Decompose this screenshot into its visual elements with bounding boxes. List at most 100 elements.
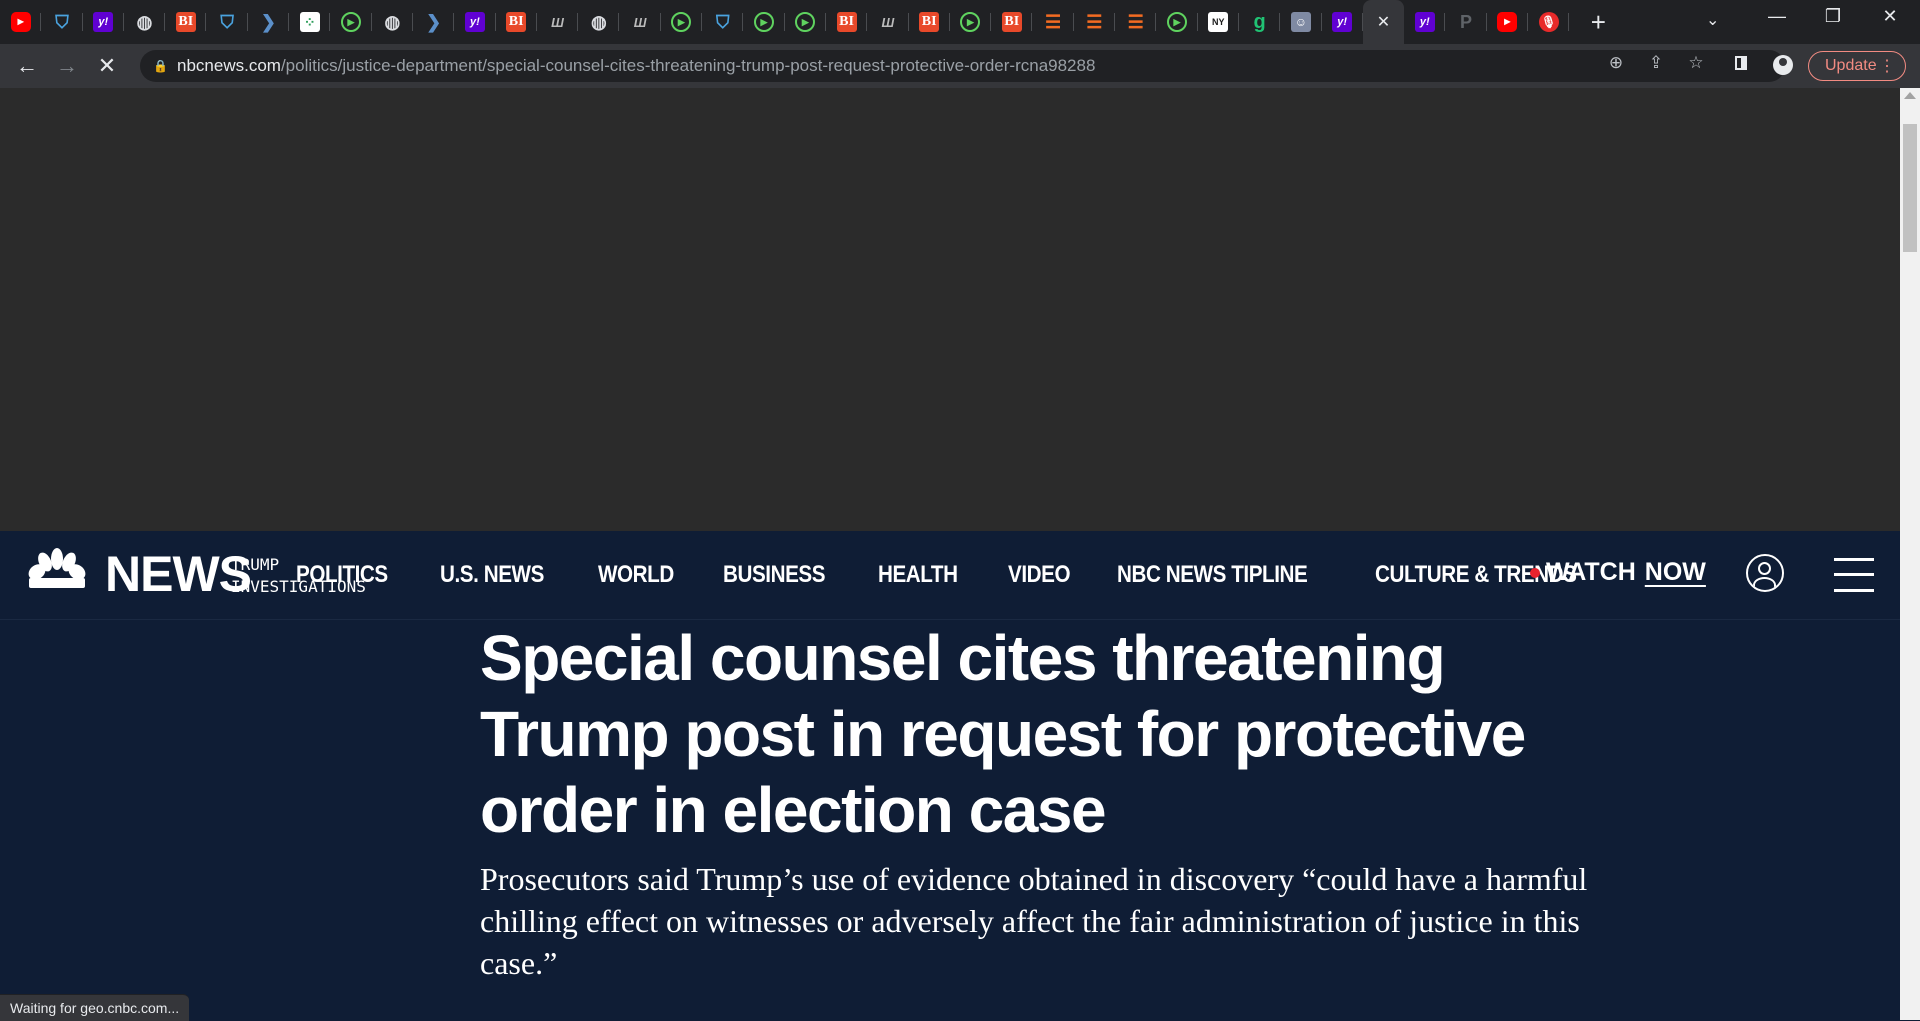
watch-now-label: NOW — [1644, 558, 1706, 586]
tab[interactable]: BI — [991, 0, 1033, 44]
scrollbar-thumb[interactable] — [1903, 124, 1917, 252]
nav-tipline[interactable]: NBC NEWS TIPLINE — [1117, 561, 1308, 589]
side-panel-icon[interactable] — [1735, 56, 1747, 70]
update-button[interactable]: Update ⋮ — [1808, 51, 1906, 81]
tab[interactable]: y! — [1404, 0, 1446, 44]
nav-video[interactable]: VIDEO — [1008, 561, 1071, 589]
tab[interactable]: Ш — [619, 0, 662, 44]
business-insider-icon: BI — [919, 12, 940, 32]
yahoo-icon: y! — [464, 12, 485, 32]
close-icon[interactable]: ✕ — [1377, 12, 1390, 32]
tab[interactable]: ☺ — [1280, 0, 1322, 44]
url-text[interactable]: nbcnews.com/politics/justice-department/… — [177, 56, 1095, 76]
more-menu-icon[interactable]: ⋮ — [1879, 56, 1895, 76]
new-tab-button[interactable]: + — [1583, 7, 1613, 38]
shield-icon: ⛉ — [55, 12, 69, 32]
forward-arrow-icon[interactable]: → — [54, 53, 80, 79]
newspaper-icon: NY — [1208, 12, 1229, 32]
back-arrow-icon[interactable]: ← — [14, 53, 40, 79]
window-close-button[interactable]: ✕ — [1870, 6, 1910, 27]
youtube-icon: ▶ — [10, 12, 31, 32]
tab[interactable]: ❯ — [413, 0, 455, 44]
tab[interactable]: ⁘ — [289, 0, 331, 44]
update-label: Update — [1825, 57, 1877, 74]
yahoo-icon: y! — [1332, 12, 1353, 32]
tab[interactable]: ⛉ — [41, 0, 83, 44]
play-circle-icon: ▶ — [671, 12, 692, 32]
tab[interactable]: ☰ — [1115, 0, 1157, 44]
scroll-up-arrow-icon[interactable] — [1904, 92, 1916, 99]
profile-avatar-icon[interactable] — [1773, 55, 1793, 75]
shield-icon: ⛉ — [715, 12, 730, 32]
tab[interactable]: ❯ — [248, 0, 290, 44]
tab[interactable]: ⛉ — [702, 0, 744, 44]
nbc-peacock-logo-icon[interactable] — [25, 548, 89, 588]
brand-wordmark[interactable]: NEWS — [105, 545, 252, 603]
tab[interactable]: g — [1239, 0, 1281, 44]
primary-nav: POLITICS U.S. NEWS WORLD BUSINESS HEALTH… — [296, 531, 1647, 619]
nav-business[interactable]: BUSINESS — [723, 561, 826, 589]
business-insider-icon: BI — [506, 12, 527, 32]
address-bar[interactable]: 🔒 nbcnews.com/politics/justice-departmen… — [140, 50, 1785, 82]
stop-loading-icon[interactable]: ✕ — [94, 53, 120, 79]
tab[interactable]: ◍ — [124, 0, 166, 44]
tab[interactable]: NY — [1198, 0, 1240, 44]
globe-icon: ◍ — [384, 12, 401, 32]
restore-button[interactable]: ❐ — [1813, 6, 1853, 27]
tab[interactable]: ▶ — [743, 0, 785, 44]
tab[interactable]: ▶ — [1156, 0, 1198, 44]
tab[interactable]: BI — [826, 0, 868, 44]
account-user-icon[interactable] — [1746, 554, 1784, 592]
nav-health[interactable]: HEALTH — [878, 561, 958, 589]
yahoo-icon: y! — [93, 12, 114, 32]
marketwatch-icon: Ш — [551, 14, 564, 30]
tab[interactable]: ▶ — [661, 0, 703, 44]
play-circle-icon: ▶ — [753, 12, 774, 32]
nav-us-news[interactable]: U.S. NEWS — [440, 561, 544, 589]
tab[interactable]: BI — [909, 0, 951, 44]
business-insider-icon: BI — [836, 12, 857, 32]
section-label[interactable]: TRUMP INVESTIGATIONS — [231, 554, 411, 598]
hamburger-menu-icon[interactable] — [1834, 558, 1874, 592]
tab[interactable]: y! — [454, 0, 496, 44]
bookmark-star-icon[interactable]: ☆ — [1683, 53, 1709, 73]
tab-search-chevron-icon[interactable]: ⌄ — [1706, 10, 1719, 30]
shield-icon: ⛉ — [220, 12, 234, 32]
marketwatch-icon: Ш — [881, 14, 895, 30]
tab[interactable]: ▶ — [0, 0, 42, 44]
tab[interactable]: ☰ — [1032, 0, 1075, 44]
tab[interactable]: Ш — [867, 0, 909, 44]
tab[interactable]: ▶ — [330, 0, 372, 44]
tab[interactable]: ▶ — [785, 0, 827, 44]
tab[interactable]: P — [1445, 0, 1487, 44]
bookmark-icon: ☰ — [1127, 12, 1144, 32]
tab[interactable]: 🎙 — [1528, 0, 1570, 44]
tab[interactable]: ◍ — [578, 0, 620, 44]
globe-icon: ◍ — [136, 12, 153, 32]
share-icon[interactable]: ⇪ — [1643, 53, 1669, 73]
tab[interactable]: ▶ — [1487, 0, 1529, 44]
tab[interactable]: Ш — [537, 0, 579, 44]
tab[interactable]: ⛉ — [206, 0, 249, 44]
tab[interactable]: ☰ — [1074, 0, 1116, 44]
minimize-button[interactable]: — — [1757, 6, 1797, 27]
live-dot-icon — [1530, 567, 1540, 578]
tab[interactable]: y! — [1322, 0, 1364, 44]
zoom-icon[interactable]: ⊕ — [1603, 53, 1629, 73]
url-path: /politics/justice-department/special-cou… — [280, 56, 1096, 75]
lock-icon[interactable]: 🔒 — [153, 59, 168, 73]
bookmark-icon: ☰ — [1044, 12, 1062, 32]
nav-world[interactable]: WORLD — [598, 561, 674, 589]
article-headline: Special counsel cites threatening Trump … — [480, 622, 1526, 846]
watch-label: WATCH — [1546, 558, 1636, 586]
tab[interactable]: BI — [165, 0, 207, 44]
page-scrollbar[interactable] — [1900, 88, 1920, 1020]
tab[interactable]: BI — [496, 0, 538, 44]
article-dek: Prosecutors said Trump’s use of evidence… — [480, 861, 1588, 981]
watch-now-link[interactable]: WATCH NOW — [1530, 558, 1706, 587]
tab[interactable]: ▶ — [950, 0, 992, 44]
tab[interactable]: y! — [83, 0, 125, 44]
browser-toolbar: ← → ✕ 🔒 nbcnews.com/politics/justice-dep… — [0, 44, 1920, 88]
tab[interactable]: ◍ — [372, 0, 414, 44]
tab-active[interactable]: ✕ — [1362, 0, 1405, 44]
